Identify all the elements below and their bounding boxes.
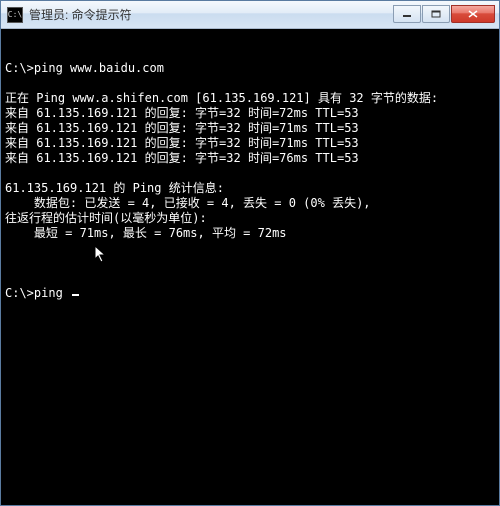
terminal-line: 来自 61.135.169.121 的回复: 字节=32 时间=71ms TTL… xyxy=(5,136,495,151)
terminal-area[interactable]: C:\>ping www.baidu.com 正在 Ping www.a.shif… xyxy=(1,29,499,505)
terminal-line: 正在 Ping www.a.shifen.com [61.135.169.121… xyxy=(5,91,495,106)
minimize-button[interactable] xyxy=(393,5,421,23)
cursor xyxy=(72,294,79,296)
command-prompt-window: C:\ 管理员: 命令提示符 C:\>ping www.baidu.com 正在 … xyxy=(0,0,500,506)
window-title: 管理员: 命令提示符 xyxy=(29,6,392,23)
prompt-text: C:\>ping xyxy=(5,286,70,301)
terminal-line: 最短 = 71ms, 最长 = 76ms, 平均 = 72ms xyxy=(5,226,495,241)
maximize-button[interactable] xyxy=(422,5,450,23)
terminal-line: 来自 61.135.169.121 的回复: 字节=32 时间=76ms TTL… xyxy=(5,151,495,166)
terminal-line: 来自 61.135.169.121 的回复: 字节=32 时间=72ms TTL… xyxy=(5,106,495,121)
app-icon: C:\ xyxy=(7,7,23,23)
terminal-output: C:\>ping www.baidu.com 正在 Ping www.a.shif… xyxy=(5,61,495,256)
terminal-line: 61.135.169.121 的 Ping 统计信息: xyxy=(5,181,495,196)
maximize-icon xyxy=(431,10,441,18)
close-button[interactable] xyxy=(451,5,495,23)
terminal-line: C:\>ping www.baidu.com xyxy=(5,61,495,76)
prompt-line[interactable]: C:\>ping xyxy=(5,286,495,301)
minimize-icon xyxy=(402,10,412,18)
terminal-line: 数据包: 已发送 = 4, 已接收 = 4, 丢失 = 0 (0% 丢失), xyxy=(5,196,495,211)
terminal-line: 往返行程的估计时间(以毫秒为单位): xyxy=(5,211,495,226)
terminal-line xyxy=(5,241,495,256)
terminal-line xyxy=(5,76,495,91)
window-controls xyxy=(392,5,495,25)
terminal-line: 来自 61.135.169.121 的回复: 字节=32 时间=71ms TTL… xyxy=(5,121,495,136)
terminal-line xyxy=(5,166,495,181)
close-icon xyxy=(468,10,478,18)
titlebar[interactable]: C:\ 管理员: 命令提示符 xyxy=(1,1,499,29)
